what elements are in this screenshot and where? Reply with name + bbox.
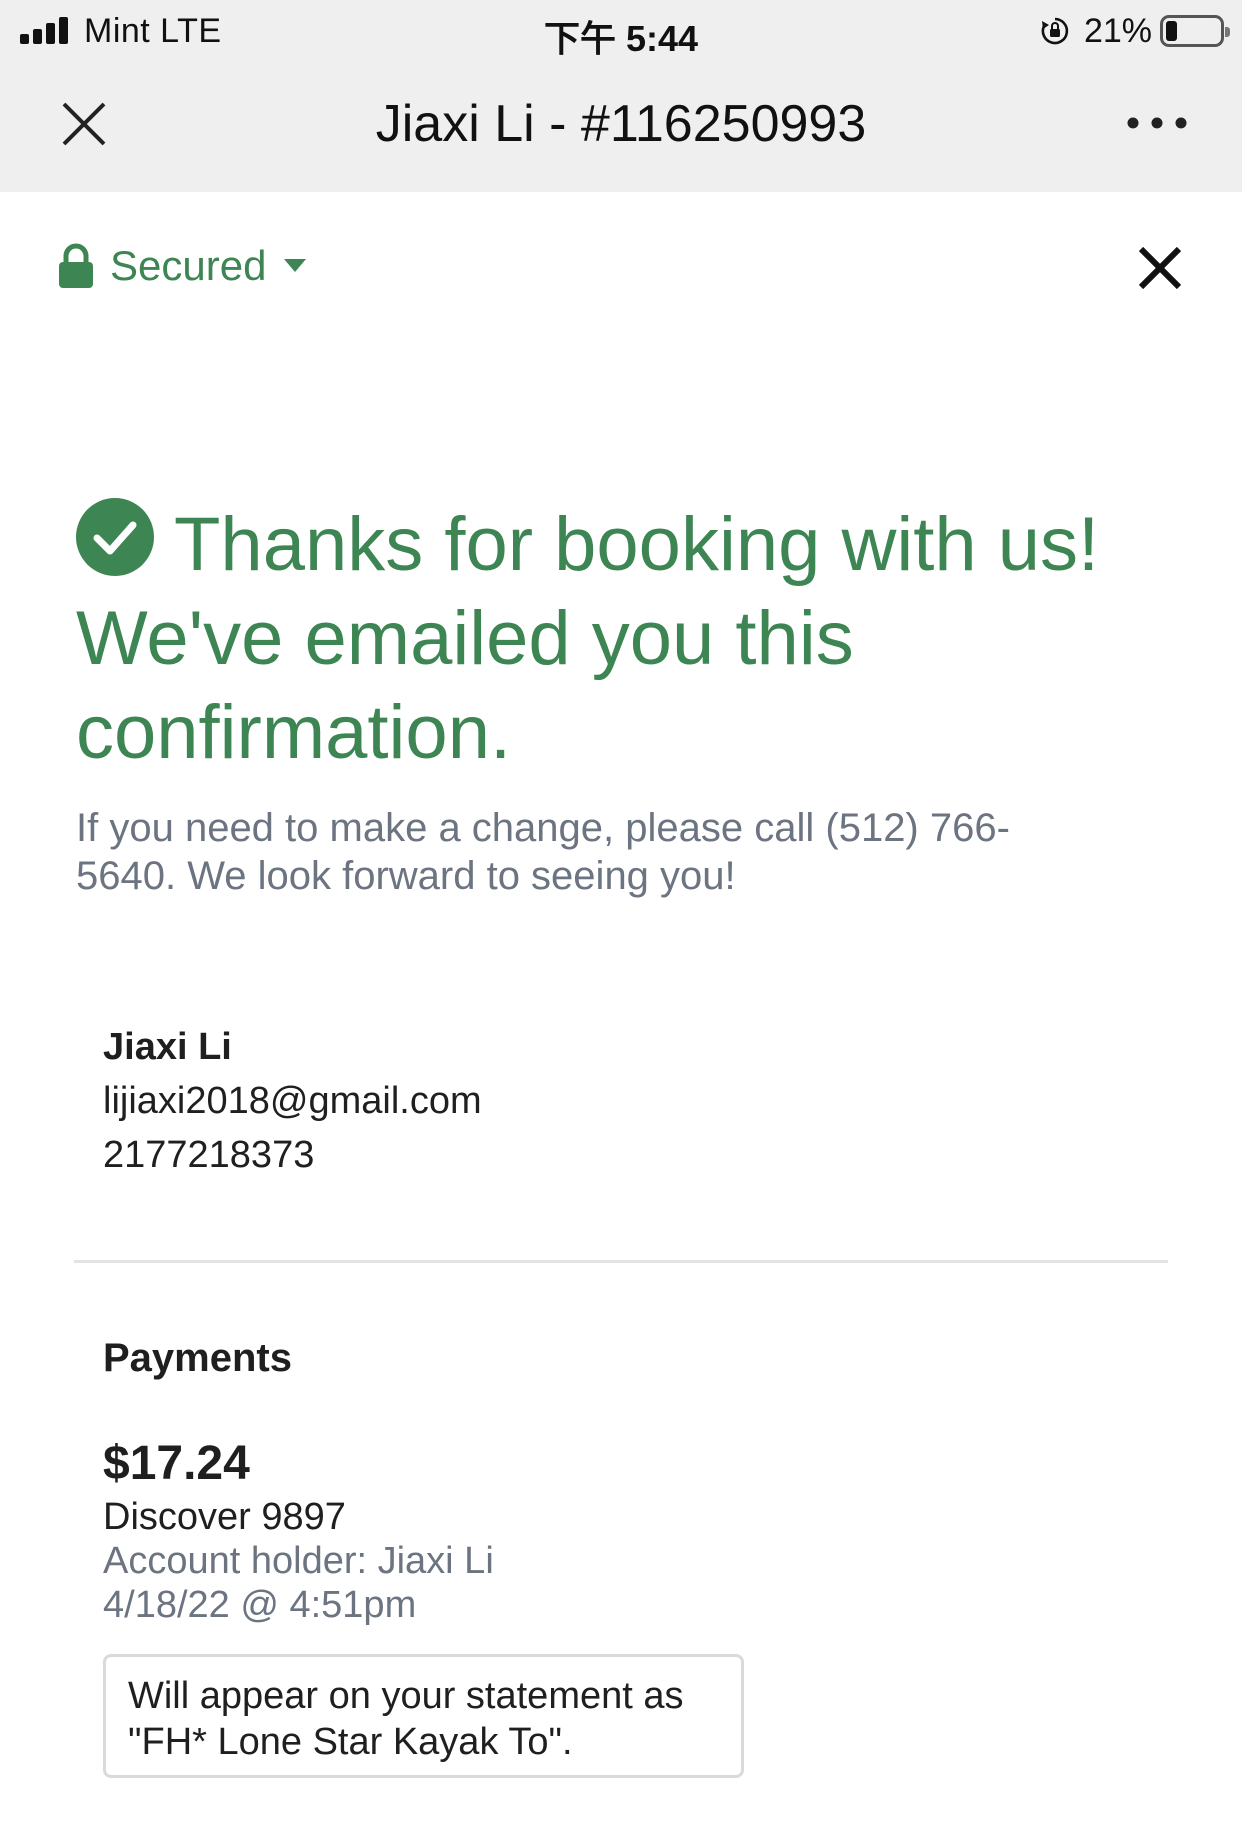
caret-down-icon <box>284 259 307 272</box>
contact-info: Jiaxi Li lijiaxi2018@gmail.com 217721837… <box>103 1020 482 1182</box>
battery-status: 21% <box>1040 11 1230 50</box>
payment-amount: $17.24 <box>103 1437 250 1490</box>
account-holder: Account holder: Jiaxi Li <box>103 1540 494 1582</box>
battery-fill <box>1166 21 1177 41</box>
secured-label: Secured <box>110 242 267 289</box>
app-bar: Jiaxi Li - #116250993 <box>0 60 1242 192</box>
confirmation-heading-text: Thanks for booking with us! We've emaile… <box>76 502 1100 775</box>
more-horizontal-icon[interactable] <box>1122 98 1192 148</box>
contact-name: Jiaxi Li <box>103 1026 232 1068</box>
contact-phone: 2177218373 <box>103 1134 315 1176</box>
page-title: Jiaxi Li - #116250993 <box>375 95 867 153</box>
change-instructions: If you need to make a change, please cal… <box>76 806 1010 898</box>
confirmation-heading: Thanks for booking with us! We've emaile… <box>76 498 1176 780</box>
lock-icon <box>59 243 93 288</box>
payment-card: Discover 9897 <box>103 1496 346 1538</box>
contact-email: lijiaxi2018@gmail.com <box>103 1080 482 1122</box>
check-circle-icon <box>76 498 154 576</box>
orientation-lock-icon <box>1041 17 1069 45</box>
secured-dropdown[interactable]: Secured <box>58 242 307 290</box>
status-bar: Mint LTE 下午 5:44 21% <box>0 0 1242 60</box>
section-divider <box>74 1260 1168 1263</box>
battery-icon <box>1160 15 1230 47</box>
payment-date: 4/18/22 @ 4:51pm <box>103 1584 417 1626</box>
dismiss-close-icon[interactable] <box>1136 244 1184 292</box>
payments-title: Payments <box>103 1336 292 1380</box>
statement-note: Will appear on your statement as "FH* Lo… <box>103 1654 744 1778</box>
battery-percent: 21% <box>1083 11 1152 50</box>
